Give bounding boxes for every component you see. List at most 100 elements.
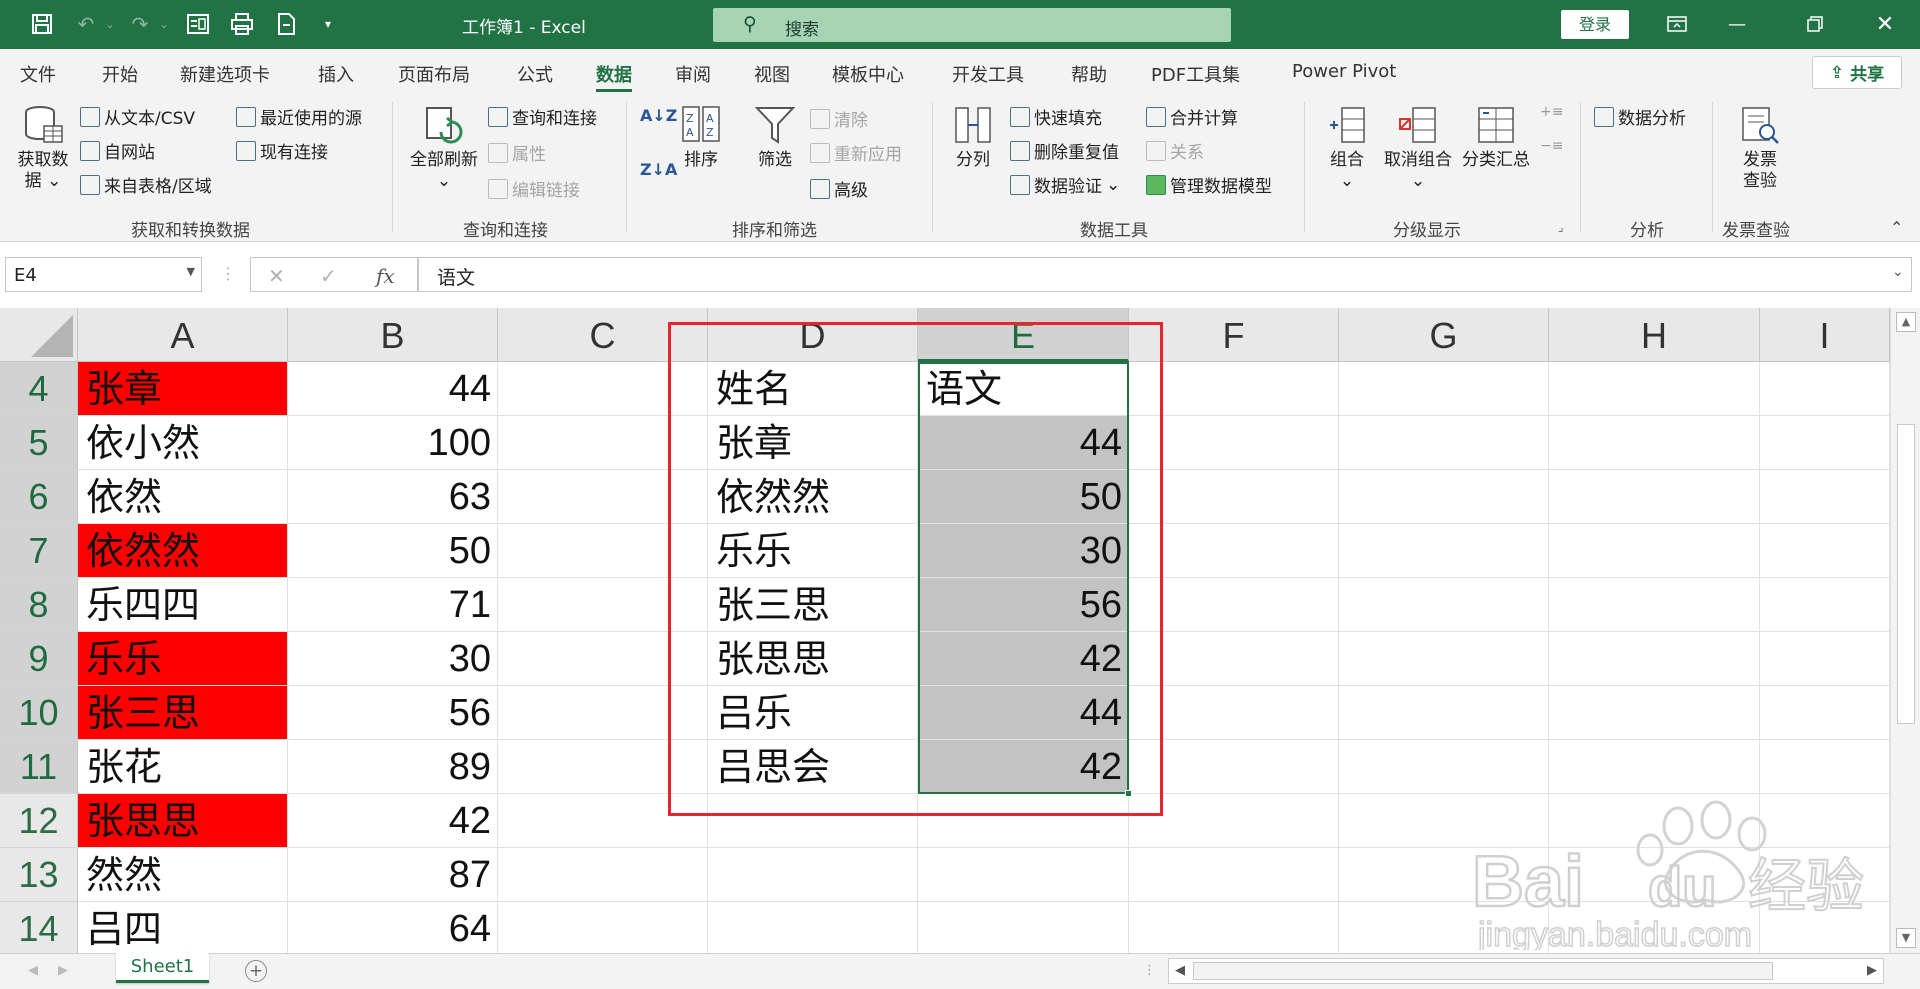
cell-e11[interactable]: 42 <box>918 740 1129 794</box>
print-preview-icon[interactable] <box>228 10 256 38</box>
cell-e10[interactable]: 44 <box>918 686 1129 740</box>
save-icon[interactable] <box>28 10 56 38</box>
cell-b11[interactable]: 89 <box>288 740 498 794</box>
filter-button[interactable]: 筛选 <box>750 104 800 171</box>
cell-h6[interactable] <box>1549 470 1760 524</box>
cell-f9[interactable] <box>1129 632 1339 686</box>
worksheet-grid[interactable]: ABCDEFGHI 4 张章 44 姓名 语文 5 依小然 100 张章 44 6 依然 63 依然然 50… <box>0 308 1890 953</box>
horizontal-scroll-thumb[interactable] <box>1193 962 1773 980</box>
cell-d9[interactable]: 张思思 <box>708 632 918 686</box>
restore-icon[interactable] <box>1798 8 1832 40</box>
tab-review[interactable]: 审阅 <box>675 61 711 87</box>
column-header-h[interactable]: H <box>1549 308 1760 362</box>
cell-a11[interactable]: 张花 <box>78 740 288 794</box>
cell-d12[interactable] <box>708 794 918 848</box>
prev-sheet-icon[interactable]: ◀ <box>28 963 38 978</box>
properties-button[interactable]: 属性 <box>488 140 546 165</box>
row-header-14[interactable]: 14 <box>0 902 78 953</box>
tab-help[interactable]: 帮助 <box>1071 61 1107 87</box>
redo-dropdown-icon[interactable]: ⌄ <box>150 10 178 38</box>
tab-pdf-tools[interactable]: PDF工具集 <box>1151 61 1240 87</box>
sort-descending-button[interactable]: Z↓A <box>640 160 677 179</box>
tab-power-pivot[interactable]: Power Pivot <box>1292 61 1396 82</box>
formula-bar-resize-icon[interactable]: ⋮ <box>220 264 236 283</box>
tab-insert[interactable]: 插入 <box>318 61 354 87</box>
cell-c7[interactable] <box>498 524 708 578</box>
cell-f11[interactable] <box>1129 740 1339 794</box>
cell-c10[interactable] <box>498 686 708 740</box>
horizontal-scrollbar[interactable]: ◀ ▶ <box>1168 958 1884 984</box>
subtotal-button[interactable]: 分类汇总 <box>1458 104 1534 171</box>
cell-e8[interactable]: 56 <box>918 578 1129 632</box>
cell-e13[interactable] <box>918 848 1129 902</box>
name-box-dropdown-icon[interactable]: ▼ <box>187 265 195 278</box>
cell-i7[interactable] <box>1760 524 1890 578</box>
cell-b12[interactable]: 42 <box>288 794 498 848</box>
cell-g8[interactable] <box>1339 578 1549 632</box>
row-header-13[interactable]: 13 <box>0 848 78 902</box>
column-header-b[interactable]: B <box>288 308 498 362</box>
cell-a10[interactable]: 张三思 <box>78 686 288 740</box>
cell-d14[interactable] <box>708 902 918 953</box>
cell-h13[interactable] <box>1549 848 1760 902</box>
cell-b14[interactable]: 64 <box>288 902 498 953</box>
cell-g9[interactable] <box>1339 632 1549 686</box>
formula-input[interactable]: 语文 <box>418 257 1912 292</box>
tab-data[interactable]: 数据 <box>596 61 632 92</box>
tab-new-tab[interactable]: 新建选项卡 <box>180 61 270 87</box>
cell-b9[interactable]: 30 <box>288 632 498 686</box>
cell-a4[interactable]: 张章 <box>78 362 288 416</box>
cell-i4[interactable] <box>1760 362 1890 416</box>
existing-connections-button[interactable]: 现有连接 <box>236 138 328 163</box>
cell-b7[interactable]: 50 <box>288 524 498 578</box>
cell-g14[interactable] <box>1339 902 1549 953</box>
cell-a9[interactable]: 乐乐 <box>78 632 288 686</box>
add-sheet-icon[interactable]: + <box>245 960 267 982</box>
enter-icon[interactable]: ✓ <box>320 264 337 288</box>
cell-f12[interactable] <box>1129 794 1339 848</box>
cell-i9[interactable] <box>1760 632 1890 686</box>
cell-f7[interactable] <box>1129 524 1339 578</box>
cell-d6[interactable]: 依然然 <box>708 470 918 524</box>
row-header-7[interactable]: 7 <box>0 524 78 578</box>
cell-c13[interactable] <box>498 848 708 902</box>
row-header-12[interactable]: 12 <box>0 794 78 848</box>
cell-i8[interactable] <box>1760 578 1890 632</box>
sort-button[interactable]: ZAAZ 排序 <box>676 104 726 171</box>
cell-a6[interactable]: 依然 <box>78 470 288 524</box>
row-header-4[interactable]: 4 <box>0 362 78 416</box>
column-header-a[interactable]: A <box>78 308 288 362</box>
cell-h9[interactable] <box>1549 632 1760 686</box>
login-button[interactable]: 登录 <box>1561 10 1629 39</box>
scroll-left-icon[interactable]: ◀ <box>1175 963 1185 978</box>
cell-a7[interactable]: 依然然 <box>78 524 288 578</box>
expand-formula-bar-icon[interactable]: ⌄ <box>1892 264 1904 280</box>
cell-a8[interactable]: 乐四四 <box>78 578 288 632</box>
show-detail-button[interactable]: +≡ <box>1540 104 1563 120</box>
tab-split-handle[interactable]: ⋮ <box>1143 963 1156 978</box>
cell-d10[interactable]: 吕乐 <box>708 686 918 740</box>
remove-duplicates-button[interactable]: 删除重复值 <box>1010 138 1119 163</box>
tab-template-center[interactable]: 模板中心 <box>832 61 904 87</box>
select-all-button[interactable] <box>0 308 78 362</box>
cell-c11[interactable] <box>498 740 708 794</box>
insert-function-icon[interactable]: fx <box>376 264 395 288</box>
tab-developer[interactable]: 开发工具 <box>952 61 1024 87</box>
cell-e4[interactable]: 语文 <box>918 362 1129 416</box>
cell-f13[interactable] <box>1129 848 1339 902</box>
row-header-11[interactable]: 11 <box>0 740 78 794</box>
cell-b4[interactable]: 44 <box>288 362 498 416</box>
cell-f14[interactable] <box>1129 902 1339 953</box>
cell-d11[interactable]: 吕思会 <box>708 740 918 794</box>
row-header-8[interactable]: 8 <box>0 578 78 632</box>
cell-b8[interactable]: 71 <box>288 578 498 632</box>
row-header-6[interactable]: 6 <box>0 470 78 524</box>
cell-h5[interactable] <box>1549 416 1760 470</box>
data-analysis-button[interactable]: 数据分析 <box>1594 104 1686 129</box>
get-data-button[interactable]: 获取数 据 ⌄ <box>10 104 76 192</box>
cell-g6[interactable] <box>1339 470 1549 524</box>
cell-d13[interactable] <box>708 848 918 902</box>
cell-i13[interactable] <box>1760 848 1890 902</box>
row-header-9[interactable]: 9 <box>0 632 78 686</box>
cell-f6[interactable] <box>1129 470 1339 524</box>
